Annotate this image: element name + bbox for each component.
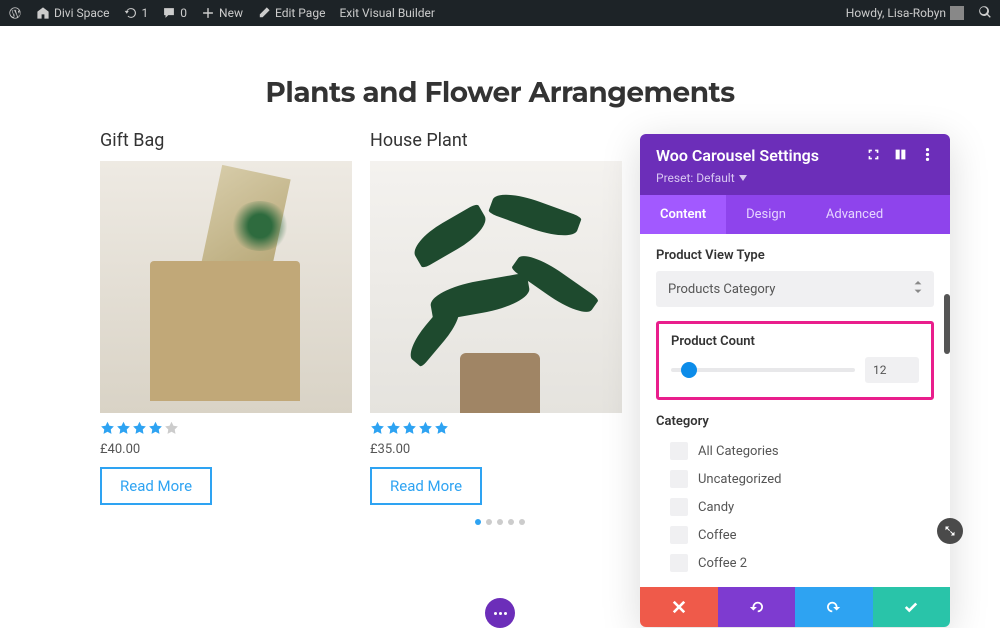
category-row: All Categories [656,437,934,465]
category-row: Uncategorized [656,465,934,493]
exit-builder-link[interactable]: Exit Visual Builder [339,6,435,20]
category-list: All Categories Uncategorized Candy Coffe… [656,437,934,577]
category-name: Coffee [698,528,737,543]
category-label: Category [656,414,934,429]
category-checkbox[interactable] [670,470,688,488]
preset-dropdown[interactable]: Preset: Default [656,171,934,185]
refresh-link[interactable]: 1 [124,6,149,20]
carousel-dot[interactable] [497,519,503,525]
howdy-link[interactable]: Howdy, Lisa-Robyn [846,6,964,20]
refresh-count: 1 [142,6,149,20]
slider-thumb[interactable] [681,362,697,378]
builder-fab-button[interactable] [485,598,515,628]
read-more-button[interactable]: Read More [100,467,212,505]
product-card: Gift Bag CAPITOLA CALIFORNIA USA £40.00 … [100,130,352,505]
star-icon [100,421,115,436]
category-checkbox[interactable] [670,498,688,516]
wp-logo[interactable] [8,6,22,20]
product-count-section: Product Count [656,321,934,400]
wp-admin-bar: Divi Space 1 0 New Edit Page Exit Visual… [0,0,1000,26]
save-button[interactable] [873,587,951,627]
count-slider[interactable] [671,368,855,372]
view-type-select[interactable]: Products Category [656,271,934,307]
product-title: Gift Bag [100,130,352,151]
product-image[interactable]: CAPITOLA CALIFORNIA USA [100,161,352,413]
scrollbar[interactable] [944,294,950,354]
edit-page-link[interactable]: Edit Page [257,6,325,20]
count-label: Product Count [671,334,919,349]
carousel-dot[interactable] [486,519,492,525]
panel-title: Woo Carousel Settings [656,146,819,165]
undo-button[interactable] [718,587,796,627]
new-label: New [219,6,243,20]
carousel-dot[interactable] [508,519,514,525]
category-name: All Categories [698,444,779,459]
site-name-link[interactable]: Divi Space [36,6,110,20]
rating-stars [100,421,352,436]
exit-builder-label: Exit Visual Builder [339,6,435,20]
new-link[interactable]: New [201,6,243,20]
expand-button[interactable] [937,518,963,544]
page-heading: Plants and Flower Arrangements [0,76,1000,110]
star-icon [418,421,433,436]
star-icon [116,421,131,436]
star-icon [370,421,385,436]
carousel-dot[interactable] [475,519,481,525]
bag-text: CAPITOLA CALIFORNIA USA [100,316,352,367]
snap-icon[interactable] [867,146,880,165]
redo-button[interactable] [795,587,873,627]
star-icon [434,421,449,436]
admin-search-icon[interactable] [978,5,992,22]
star-icon [148,421,163,436]
star-icon [402,421,417,436]
read-more-button[interactable]: Read More [370,467,482,505]
category-row: Coffee 2 [656,549,934,577]
view-type-value: Products Category [668,282,775,297]
product-price: £35.00 [370,442,622,457]
comments-link[interactable]: 0 [162,6,187,20]
panel-footer [640,587,950,627]
category-name: Uncategorized [698,472,781,487]
product-title: House Plant [370,130,622,151]
tab-advanced[interactable]: Advanced [806,195,903,234]
category-name: Candy [698,500,734,515]
settings-panel: Woo Carousel Settings Preset: Default Co… [640,134,950,627]
howdy-label: Howdy, Lisa-Robyn [846,6,946,20]
select-arrows-icon [914,281,922,297]
cancel-button[interactable] [640,587,718,627]
tab-content[interactable]: Content [640,195,726,234]
category-row: Candy [656,493,934,521]
category-checkbox[interactable] [670,526,688,544]
columns-icon[interactable] [894,146,907,165]
carousel-dot[interactable] [519,519,525,525]
category-checkbox[interactable] [670,554,688,572]
avatar [950,6,964,20]
category-row: Coffee [656,521,934,549]
edit-page-label: Edit Page [275,6,325,20]
category-name: Coffee 2 [698,556,747,571]
rating-stars [370,421,622,436]
product-price: £40.00 [100,442,352,457]
star-empty-icon [164,421,179,436]
category-checkbox[interactable] [670,442,688,460]
star-icon [386,421,401,436]
product-image[interactable] [370,161,622,413]
star-icon [132,421,147,436]
comments-count: 0 [180,6,187,20]
product-card: House Plant £35.00 Read Mor [370,130,622,505]
panel-tabs: Content Design Advanced [640,195,950,234]
count-input[interactable] [865,357,919,383]
more-icon[interactable] [921,146,934,165]
tab-design[interactable]: Design [726,195,806,234]
site-name: Divi Space [54,6,110,20]
view-type-label: Product View Type [656,248,934,263]
